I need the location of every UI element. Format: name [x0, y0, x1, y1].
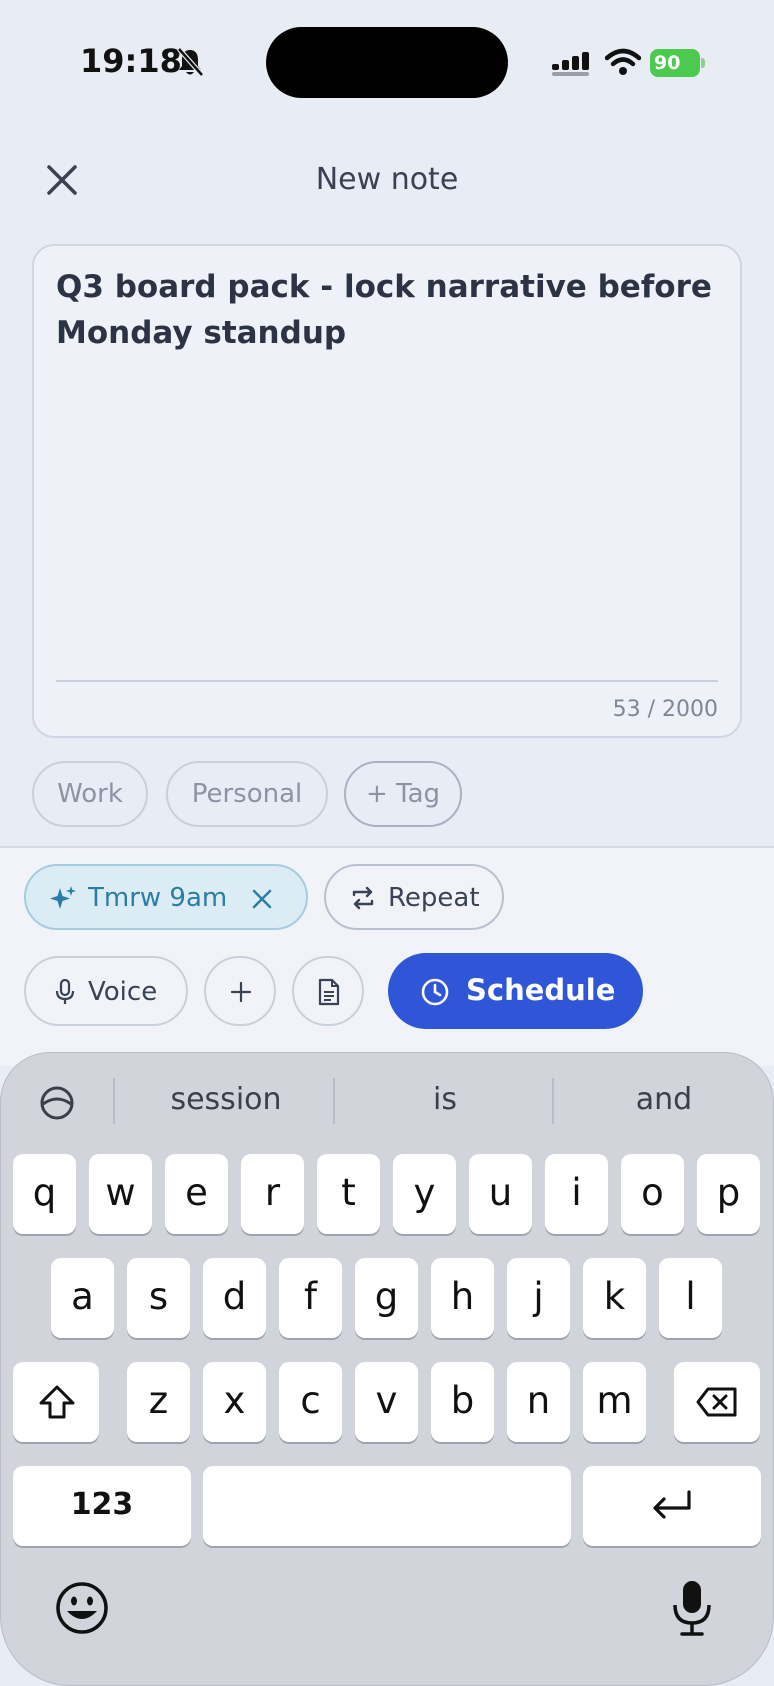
key-r[interactable]: r	[241, 1154, 304, 1234]
space-key[interactable]	[203, 1466, 571, 1546]
add-tag-button[interactable]: + Tag	[344, 761, 462, 827]
emoji-icon[interactable]	[54, 1580, 110, 1636]
key-z[interactable]: z	[127, 1362, 190, 1442]
key-j[interactable]: j	[507, 1258, 570, 1338]
key-i[interactable]: i	[545, 1154, 608, 1234]
sparkle-icon	[50, 886, 76, 909]
document-icon	[318, 978, 340, 1006]
key-v[interactable]: v	[355, 1362, 418, 1442]
microphone-icon[interactable]	[670, 1578, 714, 1638]
tag-work[interactable]: Work	[32, 761, 148, 827]
note-divider	[56, 680, 718, 682]
backspace-key[interactable]	[674, 1362, 760, 1442]
key-k[interactable]: k	[583, 1258, 646, 1338]
key-a[interactable]: a	[51, 1258, 114, 1338]
close-icon[interactable]	[252, 889, 272, 909]
key-o[interactable]: o	[621, 1154, 684, 1234]
return-icon	[653, 1490, 691, 1519]
add-button[interactable]	[204, 956, 276, 1026]
key-m[interactable]: m	[583, 1362, 646, 1442]
suggestion-1[interactable]: session	[126, 1082, 326, 1117]
signal-icon	[552, 52, 589, 76]
shift-icon	[39, 1385, 75, 1419]
reminder-chip[interactable]: Tmrw 9am	[24, 864, 308, 930]
key-f[interactable]: f	[279, 1258, 342, 1338]
reminder-label: Tmrw 9am	[88, 883, 228, 913]
key-c[interactable]: c	[279, 1362, 342, 1442]
voice-label: Voice	[88, 977, 158, 1007]
key-l[interactable]: l	[659, 1258, 722, 1338]
key-p[interactable]: p	[697, 1154, 760, 1234]
microphone-icon	[55, 978, 75, 1004]
clock-icon	[421, 978, 449, 1006]
tag-personal[interactable]: Personal	[166, 761, 328, 827]
bell-muted-icon	[177, 47, 204, 77]
suggestion-2[interactable]: is	[345, 1082, 545, 1117]
return-key[interactable]	[583, 1466, 761, 1546]
key-e[interactable]: e	[165, 1154, 228, 1234]
grammarly-icon[interactable]	[38, 1084, 76, 1122]
dynamic-island	[266, 27, 508, 98]
wifi-icon	[605, 48, 641, 75]
shift-key[interactable]	[13, 1362, 99, 1442]
key-h[interactable]: h	[431, 1258, 494, 1338]
status-time: 19:18	[80, 42, 182, 80]
schedule-button[interactable]: Schedule	[388, 953, 643, 1029]
key-b[interactable]: b	[431, 1362, 494, 1442]
schedule-label: Schedule	[466, 973, 616, 1007]
key-u[interactable]: u	[469, 1154, 532, 1234]
key-t[interactable]: t	[317, 1154, 380, 1234]
plus-icon	[230, 981, 252, 1003]
repeat-icon	[352, 886, 374, 910]
numbers-key[interactable]: 123	[13, 1466, 191, 1546]
voice-button[interactable]: Voice	[24, 956, 188, 1026]
key-n[interactable]: n	[507, 1362, 570, 1442]
character-counter: 53 / 2000	[612, 697, 718, 722]
repeat-label: Repeat	[388, 883, 480, 913]
key-g[interactable]: g	[355, 1258, 418, 1338]
key-s[interactable]: s	[127, 1258, 190, 1338]
key-d[interactable]: d	[203, 1258, 266, 1338]
battery-indicator: 90	[650, 49, 706, 77]
note-text[interactable]: Q3 board pack - lock narrative before Mo…	[56, 264, 716, 356]
key-x[interactable]: x	[203, 1362, 266, 1442]
backspace-icon	[696, 1387, 737, 1417]
battery-level: 90	[650, 49, 700, 77]
repeat-chip[interactable]: Repeat	[324, 864, 504, 930]
page-title: New note	[315, 162, 459, 197]
key-w[interactable]: w	[89, 1154, 152, 1234]
key-q[interactable]: q	[13, 1154, 76, 1234]
key-y[interactable]: y	[393, 1154, 456, 1234]
suggestion-3[interactable]: and	[564, 1082, 764, 1117]
attach-document-button[interactable]	[292, 956, 364, 1026]
